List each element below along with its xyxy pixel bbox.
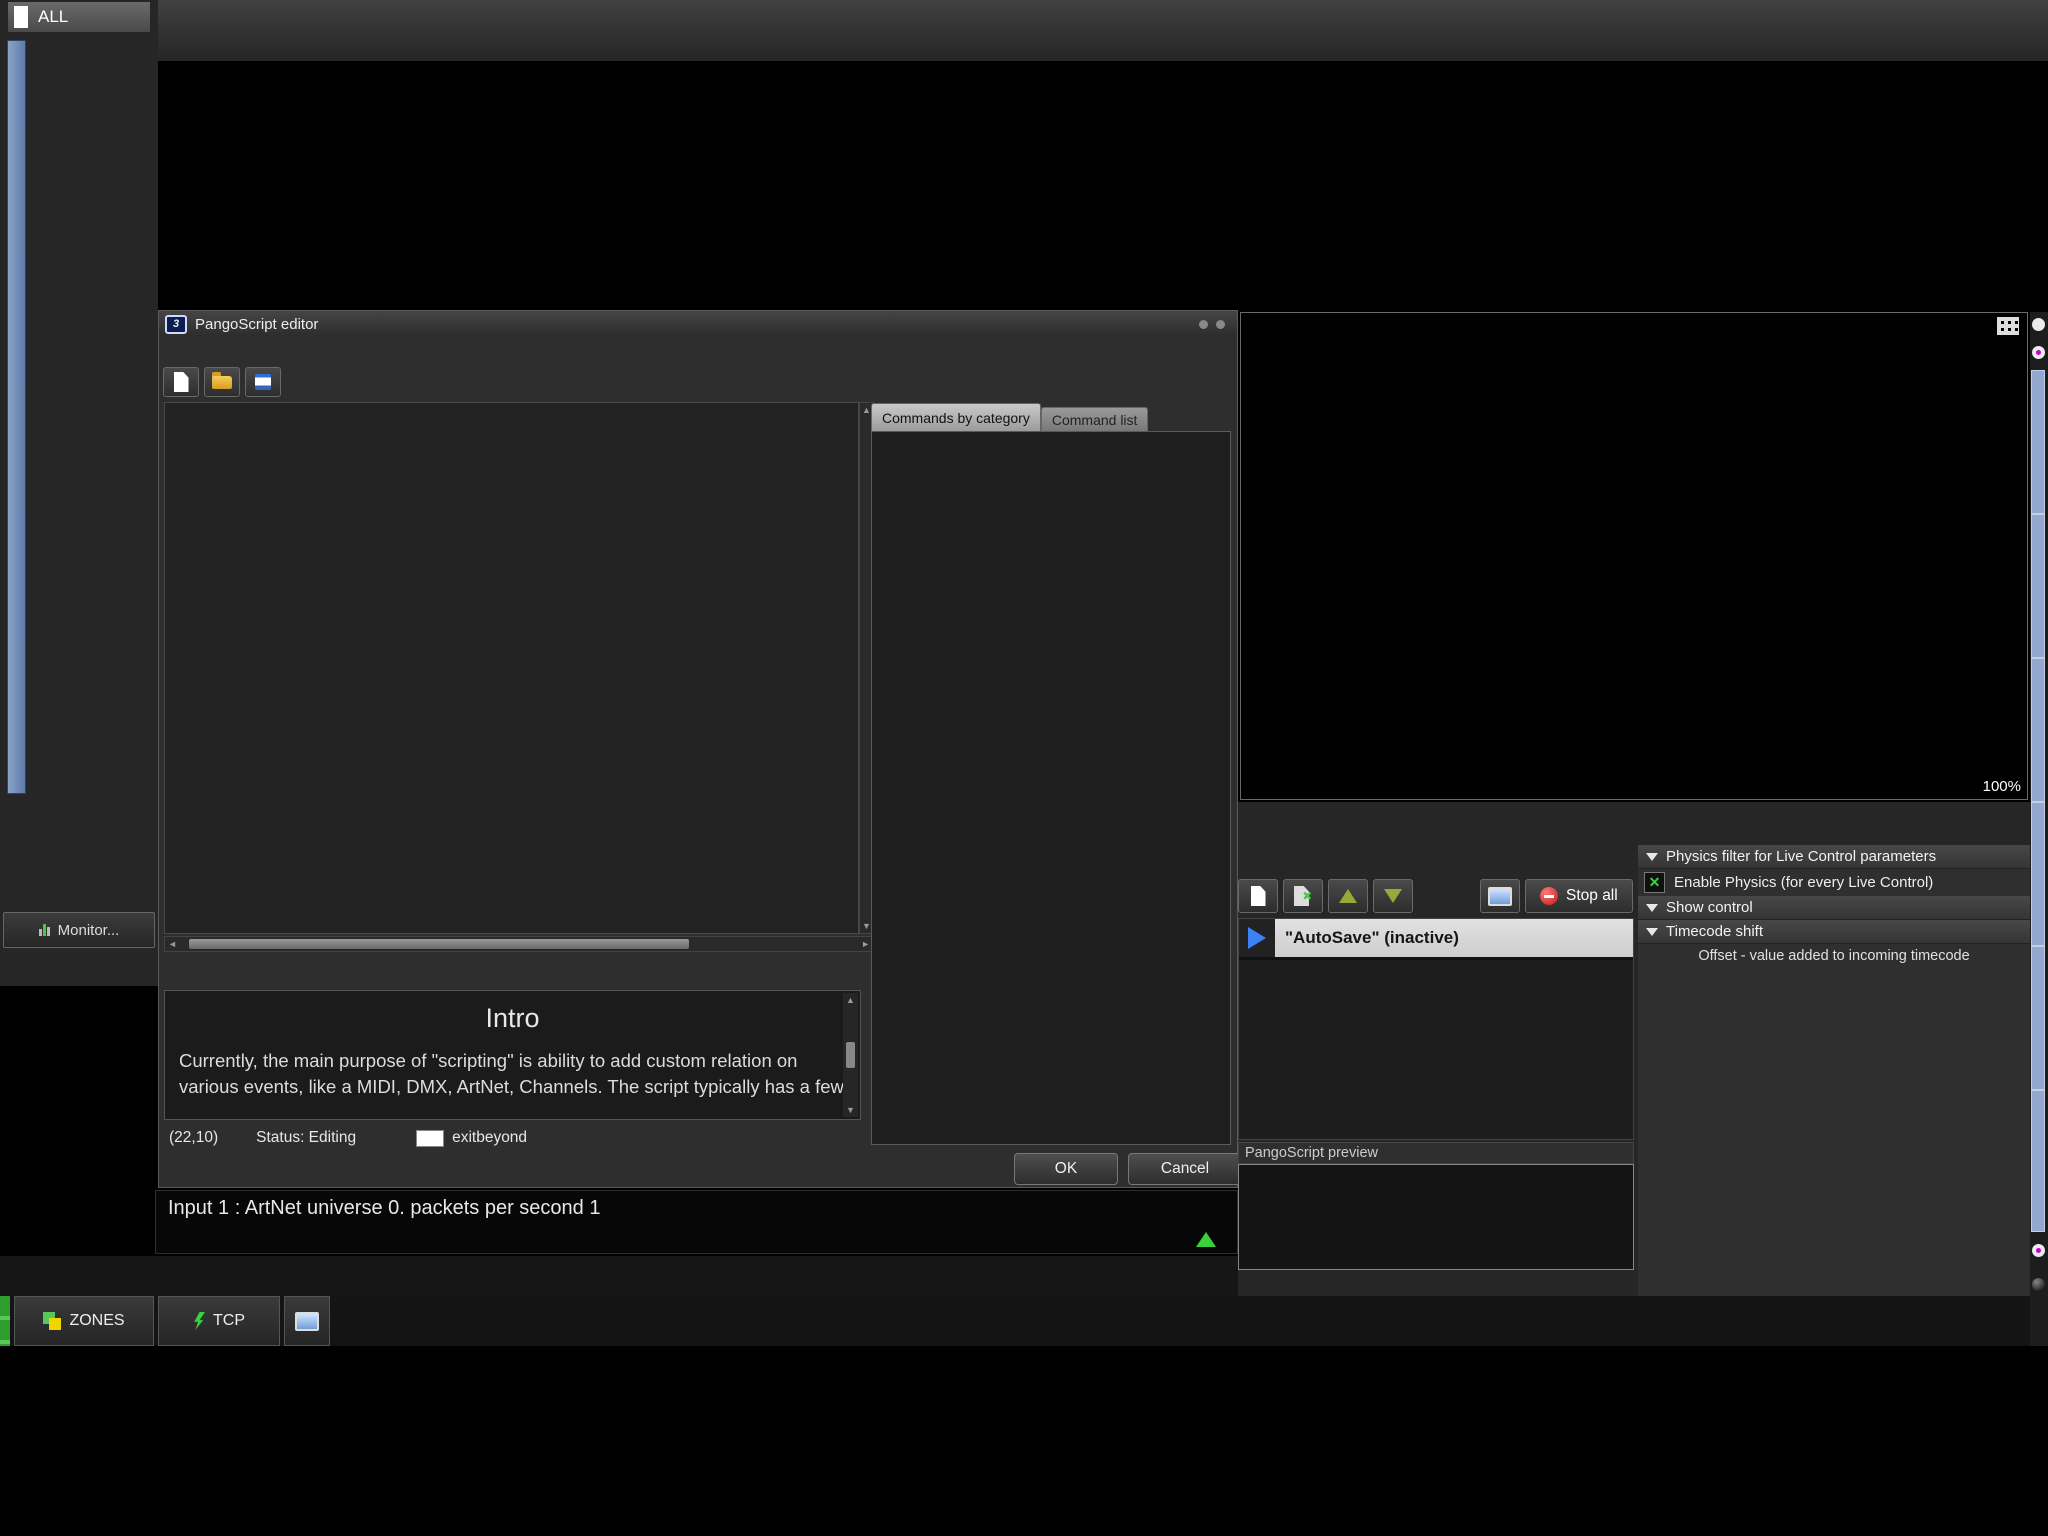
preview-magenta-radio-icon[interactable] — [2032, 346, 2045, 359]
enable-physics-checkbox[interactable]: ✕ — [1644, 872, 1665, 893]
help-panel: Intro Currently, the main purpose of "sc… — [164, 990, 861, 1120]
display-icon — [295, 1312, 319, 1331]
pangoscript-preview-label: PangoScript preview — [1238, 1142, 1634, 1164]
monitor-display-button[interactable] — [284, 1296, 330, 1346]
help-scrollbar[interactable]: ▲▼ — [843, 993, 858, 1117]
all-label: ALL — [38, 7, 68, 27]
script-slot-list: "AutoSave" (inactive) — [1238, 918, 1634, 1140]
monitor-icon — [39, 924, 50, 936]
editor-toolbar — [163, 366, 281, 398]
master-physics-panel: Physics filter for Live Control paramete… — [1638, 845, 2030, 1296]
commands-tabs: Commands by category Command list — [871, 403, 1148, 433]
help-text: Currently, the main purpose of "scriptin… — [179, 1048, 846, 1100]
zones-level-strip — [0, 1296, 10, 1346]
monitor-gear-icon — [1488, 887, 1512, 906]
code-horizontal-scrollbar[interactable]: ◄► — [164, 936, 874, 952]
edit-script-button[interactable]: ✚ — [1283, 879, 1323, 913]
pangoscript-editor-window: 3 PangoScript editor ▲▼ ◄► Intro Current… — [158, 310, 1238, 1188]
sidebar-page-indicator[interactable] — [7, 40, 26, 794]
zones-label: ZONES — [69, 1312, 124, 1330]
up-arrow-icon — [1339, 889, 1357, 903]
new-file-icon — [174, 372, 189, 392]
collapse-arrow-icon — [1646, 853, 1658, 861]
offset-note: Offset - value added to incoming timecod… — [1638, 948, 2030, 964]
new-script-button[interactable] — [163, 367, 199, 397]
physics-header-label: Physics filter for Live Control paramete… — [1666, 848, 1936, 865]
open-folder-icon — [212, 376, 232, 389]
status-color-swatch — [416, 1130, 444, 1147]
zones-icon — [43, 1312, 61, 1330]
editor-status-bar: (22,10) Status: Editing exitbeyond — [169, 1126, 859, 1150]
stop-all-label: Stop all — [1566, 887, 1618, 905]
laser-preview-window[interactable]: 100% — [1240, 312, 2028, 800]
collapse-arrow-icon — [1646, 928, 1658, 936]
tab-command-list[interactable]: Command list — [1041, 407, 1149, 433]
artnet-status-bar: Input 1 : ArtNet universe 0. packets per… — [155, 1190, 1238, 1254]
editor-window-controls[interactable] — [1199, 320, 1225, 329]
ok-button[interactable]: OK — [1014, 1153, 1118, 1185]
down-arrow-icon — [1384, 889, 1402, 903]
save-floppy-icon — [255, 374, 271, 390]
cue-page-sidebar: ALL Monitor... — [0, 0, 158, 986]
app-screen: 3 Lasershow Designer BEYOND Ultimate (NF… — [0, 0, 2048, 1536]
preview-grid-icon[interactable] — [1997, 317, 2019, 335]
preview-zoom-level: 100% — [1983, 778, 2021, 795]
new-file-icon — [1251, 886, 1266, 906]
commands-tree — [871, 431, 1231, 1145]
pangoscript-panel-toolbar: ✚ Stop all — [1238, 876, 1634, 916]
script-slot-row[interactable]: "AutoSave" (inactive) — [1239, 919, 1633, 960]
help-title: Intro — [165, 1003, 860, 1034]
fb4-connection-grid — [334, 1296, 2048, 1346]
preview-white-radio-icon[interactable] — [2032, 318, 2045, 331]
sidebar-all-tab[interactable]: ALL — [8, 2, 150, 32]
tab-commands-by-category[interactable]: Commands by category — [871, 403, 1041, 433]
enable-physics-row: ✕ Enable Physics (for every Live Control… — [1638, 869, 2030, 896]
move-down-button[interactable] — [1373, 879, 1413, 913]
monitor-button[interactable]: Monitor... — [3, 912, 155, 948]
preview-zoom-slider[interactable] — [2031, 370, 2045, 1232]
expand-arrow-icon[interactable] — [1196, 1232, 1216, 1247]
editor-title: PangoScript editor — [195, 316, 318, 333]
script-settings-button[interactable] — [1480, 879, 1520, 913]
script-code-editor[interactable] — [164, 402, 859, 934]
show-control-label: Show control — [1666, 899, 1753, 916]
editor-logo-icon: 3 — [165, 315, 187, 334]
editor-status: Status: Editing — [256, 1129, 356, 1147]
connections-bar: ZONES TCP — [0, 1296, 2048, 1346]
pangoscript-preview-code — [1238, 1164, 1634, 1270]
preview-side-strip — [2030, 312, 2048, 1346]
cancel-button[interactable]: Cancel — [1128, 1153, 1242, 1185]
tcp-button[interactable]: TCP — [158, 1296, 280, 1346]
timecode-shift-header[interactable]: Timecode shift — [1638, 920, 2030, 944]
quick-toolbar — [0, 1256, 1238, 1298]
tcp-label: TCP — [213, 1312, 245, 1330]
show-control-header[interactable]: Show control — [1638, 896, 2030, 920]
lower-black-radio-icon[interactable] — [2032, 1278, 2045, 1291]
script-slot-name: "AutoSave" (inactive) — [1275, 919, 1633, 957]
open-script-button[interactable] — [204, 367, 240, 397]
editor-menu-bar — [159, 337, 1237, 364]
caret-position: (22,10) — [169, 1129, 218, 1147]
new-script-slot-button[interactable] — [1238, 879, 1278, 913]
play-icon — [1248, 927, 1266, 949]
move-up-button[interactable] — [1328, 879, 1368, 913]
main-toolbar — [0, 0, 2048, 62]
artnet-status-text: Input 1 : ArtNet universe 0. packets per… — [168, 1197, 600, 1220]
tcp-lightning-icon — [193, 1312, 205, 1330]
stop-all-button[interactable]: Stop all — [1525, 879, 1633, 913]
stop-all-icon — [1540, 887, 1558, 905]
all-color-swatch — [14, 6, 28, 28]
monitor-label: Monitor... — [58, 922, 120, 939]
lower-magenta-radio-icon[interactable] — [2032, 1244, 2045, 1257]
save-script-button[interactable] — [245, 367, 281, 397]
collapse-arrow-icon — [1646, 904, 1658, 912]
enable-physics-label: Enable Physics (for every Live Control) — [1674, 874, 1933, 891]
physics-filter-header[interactable]: Physics filter for Live Control paramete… — [1638, 845, 2030, 869]
editor-title-bar: 3 PangoScript editor — [159, 311, 1237, 337]
script-play-button[interactable] — [1239, 919, 1275, 957]
dialog-buttons: OK Cancel — [1014, 1153, 1242, 1185]
zones-button[interactable]: ZONES — [14, 1296, 154, 1346]
current-word: exitbeyond — [452, 1129, 527, 1147]
timecode-shift-label: Timecode shift — [1666, 923, 1763, 940]
